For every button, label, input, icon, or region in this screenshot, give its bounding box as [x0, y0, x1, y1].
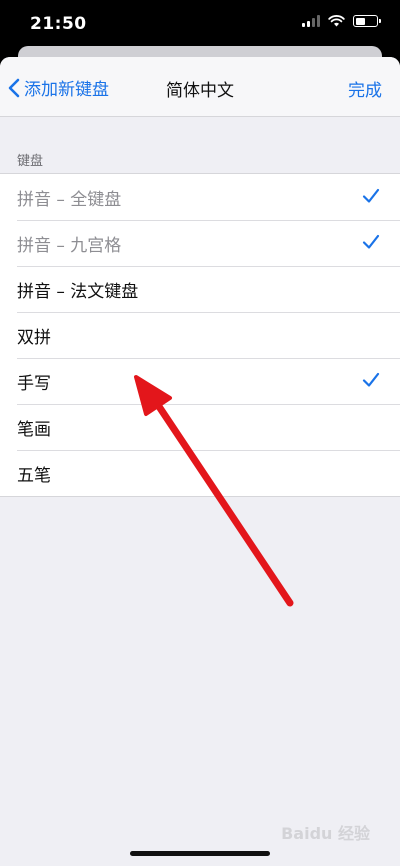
- status-icons: [302, 15, 381, 27]
- watermark: Baidu 经验: [281, 824, 370, 843]
- list-item[interactable]: 拼音 – 全键盘: [0, 174, 400, 220]
- list-item[interactable]: 双拼: [0, 312, 400, 358]
- keyboard-label: 拼音 – 全键盘: [17, 189, 122, 210]
- list-item[interactable]: 笔画: [0, 404, 400, 450]
- list-item[interactable]: 手写: [0, 358, 400, 404]
- list-item[interactable]: 拼音 – 九宫格: [0, 220, 400, 266]
- home-indicator: [130, 851, 270, 856]
- checkmark-icon: [362, 188, 380, 203]
- wifi-icon: [328, 15, 345, 27]
- status-time: 21:50: [30, 14, 87, 34]
- signal-icon: [302, 15, 320, 27]
- keyboard-label: 拼音 – 九宫格: [17, 235, 122, 256]
- navigation-bar: 添加新键盘 简体中文 完成: [0, 57, 400, 117]
- keyboard-list: 拼音 – 全键盘 拼音 – 九宫格 拼音 – 法文键盘 双拼 手写 笔画 五笔: [0, 173, 400, 497]
- list-item[interactable]: 拼音 – 法文键盘: [0, 266, 400, 312]
- keyboard-label: 五笔: [17, 465, 51, 486]
- checkmark-icon: [362, 234, 380, 249]
- checkmark-icon: [362, 372, 380, 387]
- keyboard-label: 拼音 – 法文键盘: [17, 281, 139, 302]
- page-title: 简体中文: [166, 81, 234, 101]
- modal-sheet: 添加新键盘 简体中文 完成 键盘 拼音 – 全键盘 拼音 – 九宫格 拼音 – …: [0, 57, 400, 866]
- section-header: 键盘: [17, 154, 44, 169]
- keyboard-label: 笔画: [17, 419, 51, 440]
- list-item[interactable]: 五笔: [0, 450, 400, 496]
- keyboard-label: 双拼: [17, 327, 51, 348]
- keyboard-label: 手写: [17, 373, 51, 394]
- battery-icon: [353, 15, 381, 27]
- status-bar: 21:50: [0, 0, 400, 48]
- done-button[interactable]: 完成: [348, 76, 382, 101]
